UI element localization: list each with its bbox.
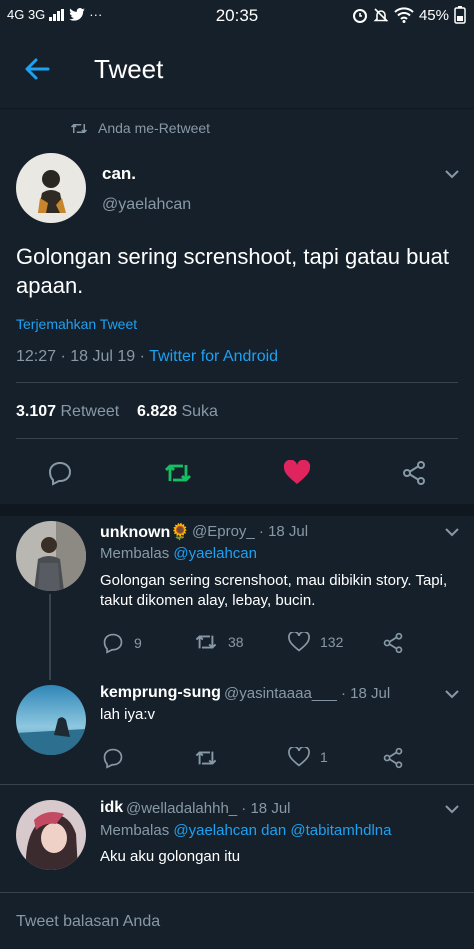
reply-author-name[interactable]: kemprung-sung — [100, 684, 221, 702]
replying-to-label: Membalas — [100, 822, 170, 839]
retweet-count-label[interactable]: Retweet — [61, 403, 120, 420]
like-count[interactable]: 6.828 — [137, 403, 177, 420]
divider — [16, 438, 458, 439]
like-count: 132 — [320, 634, 344, 650]
tweet-meta: 12:27 · 18 Jul 19 · Twitter for Android — [16, 348, 278, 366]
app-bar: Tweet — [0, 32, 474, 109]
alarm-icon — [352, 9, 367, 23]
reply-avatar[interactable] — [16, 685, 86, 755]
reply-text: Golongan sering screnshoot, mau dibikin … — [100, 572, 448, 609]
page-title: Tweet — [94, 54, 164, 84]
mention-link[interactable]: @yaelahcan dan @tabitamhdlna — [173, 822, 391, 839]
reply-avatar[interactable] — [16, 800, 86, 870]
share-icon[interactable] — [382, 747, 404, 769]
retweet-banner-text: Anda me-Retweet — [98, 120, 211, 136]
reply-composer[interactable]: Tweet balasan Anda — [0, 892, 474, 949]
retweet-count[interactable]: 3.107 — [16, 403, 56, 420]
status-bar: 4G 3G ··· 20:35 45% — [0, 0, 474, 32]
like-button[interactable]: 132 — [288, 632, 343, 652]
chevron-down-icon[interactable] — [444, 688, 460, 700]
reply-text: lah iya:v — [100, 706, 156, 723]
heart-icon — [288, 747, 310, 767]
mention-link[interactable]: @yaelahcan — [173, 545, 257, 562]
reply-button[interactable]: 9 — [102, 632, 142, 654]
retweet-icon[interactable] — [194, 748, 218, 768]
main-author-name[interactable]: can. — [102, 164, 136, 184]
translate-link[interactable]: Terjemahkan Tweet — [16, 316, 137, 332]
battery-icon — [454, 6, 466, 24]
reply-avatar[interactable] — [16, 521, 86, 591]
chevron-down-icon[interactable] — [444, 526, 460, 538]
retweet-icon[interactable] — [163, 461, 193, 485]
reply-icon[interactable] — [47, 460, 73, 486]
chevron-down-icon[interactable] — [444, 803, 460, 815]
chevron-down-icon[interactable] — [444, 168, 460, 180]
reply-author-handle[interactable]: @yasintaaaa___ · 18 Jul — [224, 685, 390, 702]
retweet-icon — [195, 635, 217, 649]
reply-icon[interactable] — [102, 747, 124, 769]
heart-icon[interactable] — [283, 460, 311, 486]
like-count-label[interactable]: Suka — [181, 403, 217, 420]
main-avatar[interactable] — [16, 153, 86, 223]
reply-count: 9 — [134, 635, 142, 651]
section-separator — [0, 504, 474, 516]
reply-author-handle[interactable]: @Eproy_ · 18 Jul — [192, 523, 308, 540]
reply-author-name[interactable]: idk — [100, 799, 123, 817]
main-author-handle[interactable]: @yaelahcan — [102, 196, 191, 214]
back-arrow-icon[interactable] — [22, 54, 52, 84]
reply-input[interactable]: Tweet balasan Anda — [16, 913, 160, 931]
reply-icon — [103, 633, 123, 654]
retweet-banner: Anda me-Retweet — [70, 120, 210, 136]
like-button[interactable]: 1 — [288, 747, 328, 767]
reply-text: Aku aku golongan itu — [100, 848, 241, 865]
divider — [0, 784, 474, 785]
reply-author-handle[interactable]: @welladalahhh_ · 18 Jul — [126, 800, 291, 817]
thread-line — [49, 594, 51, 680]
retweet-count: 38 — [228, 634, 244, 650]
replying-to: Membalas @yaelahcan dan @tabitamhdlna — [100, 822, 391, 839]
wifi-icon — [394, 7, 414, 23]
tweet-timestamp: 12:27 · 18 Jul 19 · — [16, 348, 145, 365]
status-right: 45% — [352, 6, 466, 24]
reply-author-name[interactable]: unknown🌻 — [100, 522, 190, 542]
retweet-button[interactable]: 38 — [194, 632, 244, 652]
replying-to-label: Membalas — [100, 545, 170, 562]
share-icon[interactable] — [382, 632, 404, 654]
replying-to: Membalas @yaelahcan — [100, 545, 257, 562]
divider — [16, 382, 458, 383]
main-action-bar — [0, 450, 474, 496]
like-count: 1 — [320, 749, 328, 765]
retweet-icon — [70, 123, 88, 133]
main-tweet-text: Golongan sering screnshoot, tapi gatau b… — [16, 244, 449, 298]
share-icon[interactable] — [401, 460, 427, 486]
heart-icon — [288, 632, 310, 652]
tweet-source-link[interactable]: Twitter for Android — [149, 348, 278, 365]
battery-level: 45% — [418, 6, 449, 24]
tweet-stats: 3.107 Retweet 6.828 Suka — [16, 403, 218, 421]
mute-bell-icon — [373, 8, 389, 22]
